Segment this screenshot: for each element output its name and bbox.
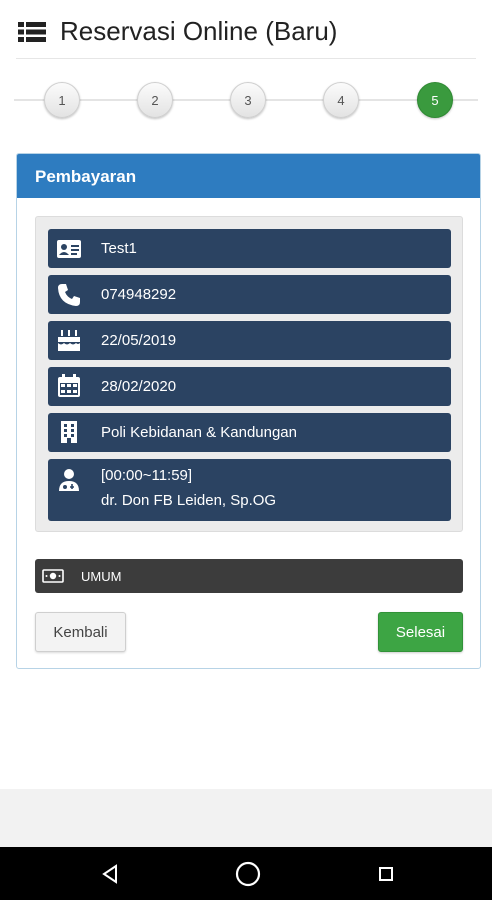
info-row-name: Test1: [48, 229, 451, 268]
android-nav-bar: [0, 847, 492, 900]
birthday-cake-icon: [58, 330, 80, 351]
payment-panel: Pembayaran Test1 074948292 22/05/2019 28…: [16, 153, 481, 669]
info-row-visit-date: 28/02/2020: [48, 367, 451, 406]
app-header: Reservasi Online (Baru): [0, 0, 492, 62]
bottom-strip: [0, 789, 492, 847]
info-row-birth-date: 22/05/2019: [48, 321, 451, 360]
header-divider: [16, 58, 476, 59]
step-5-active[interactable]: 5: [417, 82, 453, 118]
visit-date: 28/02/2020: [101, 378, 177, 395]
patient-name: Test1: [101, 240, 137, 257]
step-4[interactable]: 4: [323, 82, 359, 118]
info-row-phone: 074948292: [48, 275, 451, 314]
panel-heading: Pembayaran: [17, 154, 480, 198]
info-row-doctor: [00:00~11:59] dr. Don FB Leiden, Sp.OG: [48, 459, 451, 521]
doctor-name: dr. Don FB Leiden, Sp.OG: [101, 492, 277, 509]
id-card-icon: [57, 240, 81, 258]
phone-number: 074948292: [101, 286, 177, 303]
list-menu-icon[interactable]: [18, 22, 46, 42]
info-row-clinic: Poli Kebidanan & Kandungan: [48, 413, 451, 452]
nav-home-icon[interactable]: [233, 859, 263, 889]
payment-method-label: UMUM: [81, 569, 122, 584]
nav-back-icon[interactable]: [95, 859, 125, 889]
reservation-summary: Test1 074948292 22/05/2019 28/02/2020 Po…: [35, 216, 463, 532]
doctor-schedule: [00:00~11:59]: [101, 467, 193, 484]
page-title: Reservasi Online (Baru): [60, 16, 338, 46]
phone-icon: [58, 284, 80, 306]
calendar-icon: [58, 374, 80, 397]
step-3[interactable]: 3: [230, 82, 266, 118]
clinic-name: Poli Kebidanan & Kandungan: [101, 424, 297, 441]
step-2[interactable]: 2: [137, 82, 173, 118]
building-icon: [61, 421, 77, 443]
back-button[interactable]: Kembali: [35, 612, 126, 652]
payment-method-bar[interactable]: UMUM: [35, 559, 463, 593]
step-1[interactable]: 1: [44, 82, 80, 118]
nav-recents-icon[interactable]: [371, 859, 401, 889]
progress-stepper: 1 2 3 4 5: [0, 78, 492, 122]
birth-date: 22/05/2019: [101, 332, 177, 349]
money-icon: [42, 569, 64, 583]
doctor-icon: [59, 469, 79, 491]
finish-button[interactable]: Selesai: [378, 612, 463, 652]
